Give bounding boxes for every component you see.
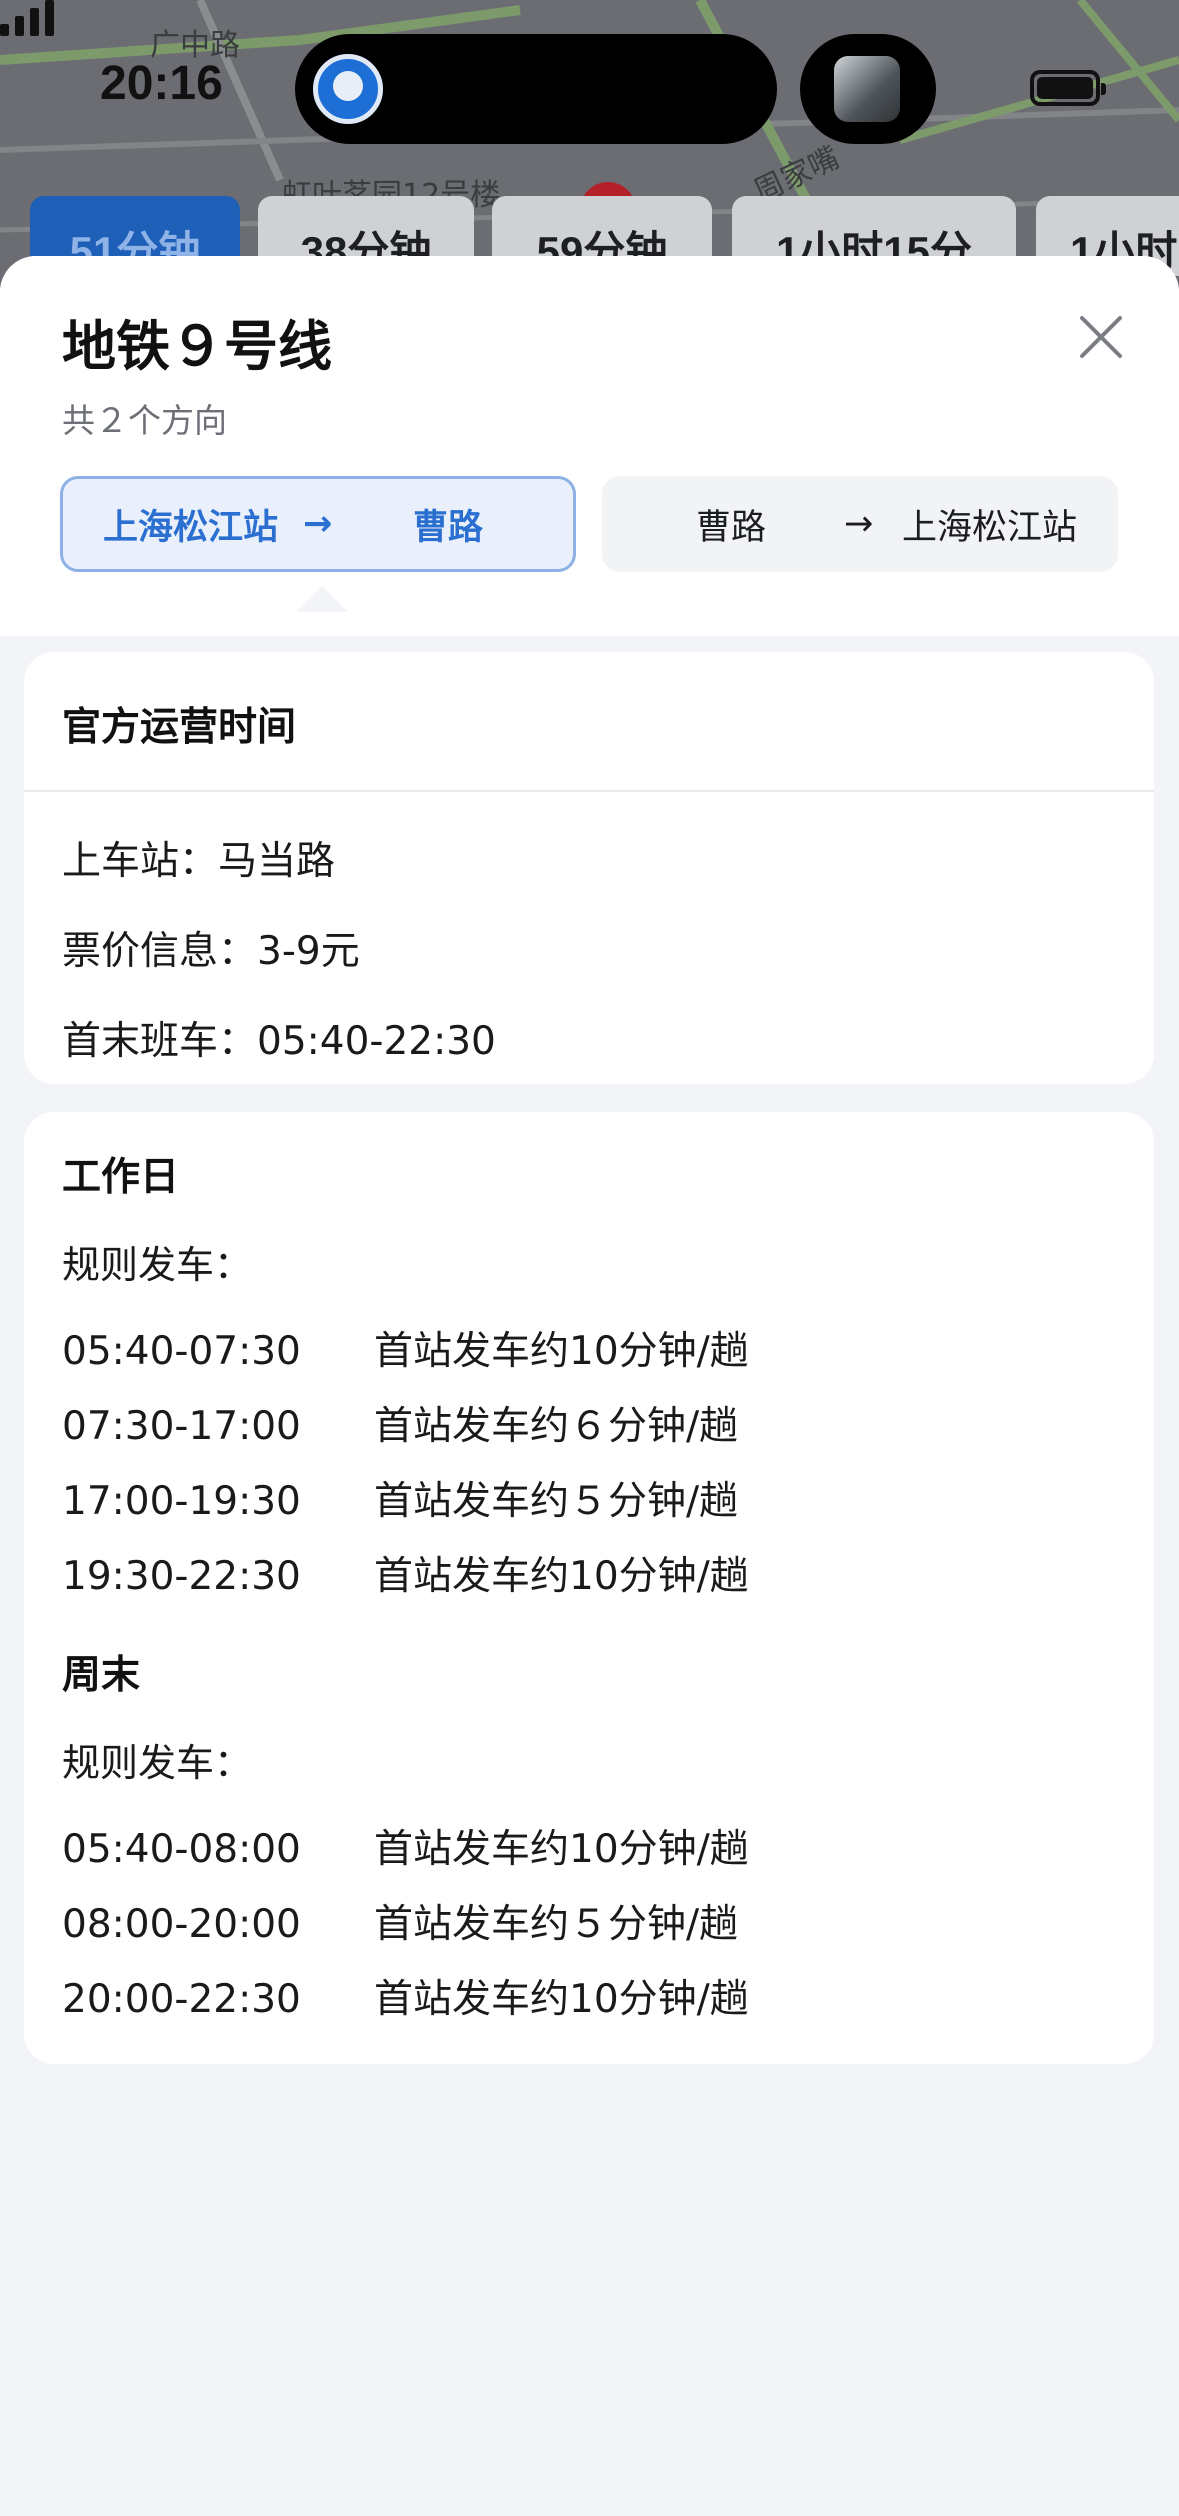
sheet-header: 地铁９号线 共２个方向 上海松江站 → 曹路 曹路 → 上海松江站	[0, 256, 1179, 636]
schedule-desc: 首站发车约10分钟/趟	[374, 1329, 749, 1374]
first-last-train: 首末班车：05:40-22:30	[62, 1019, 496, 1064]
direction-to: 上海松江站	[902, 507, 1078, 548]
schedule-time: 17:00-19:30	[62, 1479, 301, 1524]
operation-title: 官方运营时间	[62, 705, 297, 750]
direction-to: 曹路	[413, 507, 484, 548]
schedule-card: 工作日 规则发车： 05:40-07:30 首站发车约10分钟/趟 07:30-1…	[24, 1112, 1154, 2064]
arrow-right-icon: →	[303, 504, 333, 544]
direction-from: 上海松江站	[103, 507, 279, 548]
schedule-desc: 首站发车约10分钟/趟	[374, 1554, 749, 1599]
schedule-time: 07:30-17:00	[62, 1404, 301, 1449]
direction-from: 曹路	[696, 507, 767, 548]
close-icon[interactable]	[1072, 308, 1130, 366]
battery-icon	[1030, 70, 1106, 106]
weekday-row: 07:30-17:00 首站发车约６分钟/趟	[62, 1395, 738, 1451]
weekend-title: 周末	[62, 1653, 141, 1698]
selected-tab-pointer	[296, 586, 348, 612]
schedule-time: 05:40-08:00	[62, 1827, 301, 1872]
direction-tab-caolu-to-songjiang[interactable]: 曹路 → 上海松江站	[602, 476, 1118, 572]
schedule-time: 19:30-22:30	[62, 1554, 301, 1599]
weekend-row: 20:00-22:30 首站发车约10分钟/趟	[62, 1968, 749, 2024]
direction-tab-songjiang-to-caolu[interactable]: 上海松江站 → 曹路	[60, 476, 576, 572]
app-avatar-icon	[313, 54, 383, 124]
schedule-desc: 首站发车约６分钟/趟	[374, 1404, 739, 1449]
weekend-row: 05:40-08:00 首站发车约10分钟/趟	[62, 1818, 749, 1874]
cellular-signal-icon	[0, 0, 54, 36]
weekend-regular-label: 规则发车：	[62, 1741, 253, 1785]
map-background[interactable]: 广中路 虹叶茗园12号楼 周家嘴 51分钟 38分钟 59分钟 1小时15分 1…	[0, 0, 1179, 300]
weekday-row: 17:00-19:30 首站发车约５分钟/趟	[62, 1470, 738, 1526]
schedule-desc: 首站发车约10分钟/趟	[374, 1827, 749, 1872]
media-thumbnail-icon	[834, 56, 900, 122]
direction-count: 共２个方向	[62, 401, 227, 440]
schedule-time: 08:00-20:00	[62, 1902, 301, 1947]
dynamic-island-media	[800, 34, 936, 144]
schedule-desc: 首站发车约５分钟/趟	[374, 1479, 739, 1524]
schedule-time: 20:00-22:30	[62, 1977, 301, 2022]
operation-info-card: 官方运营时间 上车站：马当路 票价信息：3-9元 首末班车：05:40-22:3…	[24, 652, 1154, 1084]
weekday-row: 05:40-07:30 首站发车约10分钟/趟	[62, 1320, 749, 1376]
fare-info: 票价信息：3-9元	[62, 929, 360, 974]
arrow-right-icon: →	[844, 504, 874, 544]
weekday-title: 工作日	[62, 1155, 180, 1200]
status-time: 20:16	[100, 57, 223, 110]
divider	[24, 790, 1154, 792]
line-title: 地铁９号线	[62, 315, 332, 378]
weekday-regular-label: 规则发车：	[62, 1243, 253, 1287]
line-detail-sheet: 地铁９号线 共２个方向 上海松江站 → 曹路 曹路 → 上海松江站 官方运营时间…	[0, 256, 1179, 2516]
schedule-desc: 首站发车约10分钟/趟	[374, 1977, 749, 2022]
schedule-time: 05:40-07:30	[62, 1329, 301, 1374]
dynamic-island	[295, 34, 777, 144]
weekday-row: 19:30-22:30 首站发车约10分钟/趟	[62, 1545, 749, 1601]
boarding-station: 上车站：马当路	[62, 839, 336, 884]
weekend-row: 08:00-20:00 首站发车约５分钟/趟	[62, 1893, 738, 1949]
schedule-desc: 首站发车约５分钟/趟	[374, 1902, 739, 1947]
